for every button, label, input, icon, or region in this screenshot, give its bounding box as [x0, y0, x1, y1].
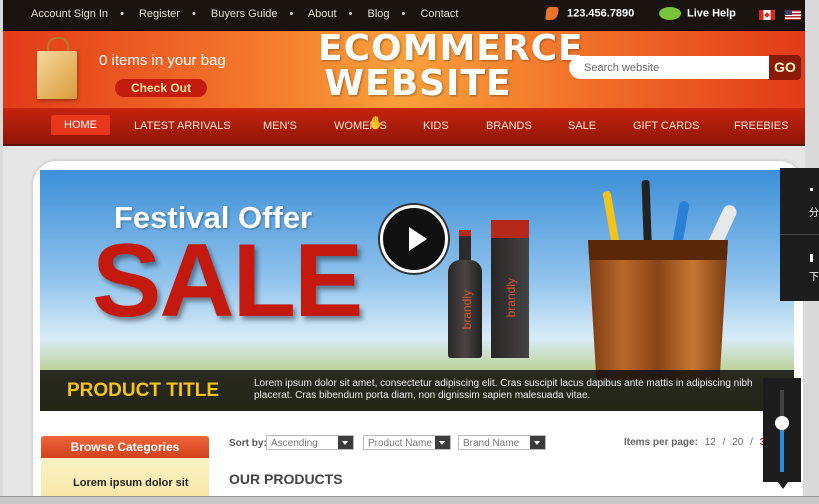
site-logo[interactable]: ECOMMERCE WEBSITE	[318, 28, 584, 104]
brand-select-value: Brand Name	[463, 438, 520, 449]
product-bottle-image: brandly	[448, 230, 482, 358]
separator-dot: •	[348, 8, 353, 20]
live-help-label: Live Help	[687, 7, 736, 20]
blog-link[interactable]: Blog	[368, 8, 390, 20]
contact-link[interactable]: Contact	[420, 8, 458, 20]
main-nav: HOME LATEST ARRIVALS MEN'S WOMEN'S KIDS …	[3, 108, 805, 146]
volume-fill	[780, 430, 784, 472]
live-help-link[interactable]: Live Help	[659, 7, 736, 20]
nav-item-brands[interactable]: BRANDS	[486, 108, 532, 144]
separator-dot: •	[401, 8, 406, 20]
separator-dot: •	[289, 8, 294, 20]
checkout-button[interactable]: Check Out	[115, 79, 207, 97]
product-description: Lorem ipsum dolor sit amet, consectetur …	[254, 378, 753, 401]
top-bar: Account Sign In • Register • Buyers Guide •…	[3, 0, 805, 31]
nav-item-sale[interactable]: SALE	[568, 108, 596, 144]
per-page-sep: /	[750, 437, 753, 448]
nav-item-home[interactable]: HOME	[51, 115, 110, 135]
product-box-image: brandly	[491, 220, 529, 358]
pen-holder-image	[588, 240, 728, 380]
search-go-button[interactable]: GO	[769, 55, 801, 80]
separator-dot: •	[191, 8, 196, 20]
search-input[interactable]	[569, 56, 769, 79]
volume-pointer	[778, 482, 788, 489]
phone-number: 123.456.7890	[545, 7, 635, 20]
flag-canada-icon[interactable]	[759, 10, 775, 20]
side-widget-bar	[810, 254, 813, 262]
chevron-down-icon	[435, 436, 450, 449]
side-widget-divider	[780, 234, 819, 235]
phone-text: 123.456.7890	[567, 7, 635, 20]
register-link[interactable]: Register	[139, 8, 180, 20]
flag-us-icon[interactable]	[785, 10, 801, 20]
banner-caption: PRODUCT TITLE Lorem ipsum dolor sit amet…	[40, 370, 794, 411]
volume-slider[interactable]	[763, 378, 801, 489]
browse-categories: Browse Categories Lorem ipsum dolor sit	[41, 436, 209, 503]
browse-categories-title: Browse Categories	[41, 436, 209, 458]
play-icon[interactable]	[380, 205, 448, 273]
about-link[interactable]: About	[308, 8, 337, 20]
sort-by-label: Sort by:	[229, 438, 267, 449]
logo-line-2: WEBSITE	[324, 63, 512, 104]
chevron-down-icon	[530, 436, 545, 449]
nav-item-gift-cards[interactable]: GIFT CARDS	[633, 108, 699, 144]
cursor-hand-icon: ✋	[368, 115, 385, 130]
our-products-heading: OUR PRODUCTS	[229, 471, 343, 487]
per-page-sep: /	[722, 437, 726, 448]
items-per-page: Items per page: 12 / 20 / 30	[624, 437, 771, 448]
chevron-down-icon	[338, 436, 353, 449]
per-page-20[interactable]: 20	[732, 437, 743, 448]
hero-banner[interactable]: Festival Offer SALE brandly brandly PROD…	[40, 170, 794, 411]
sort-order-value: Ascending	[271, 438, 318, 449]
buyers-guide-link[interactable]: Buyers Guide	[211, 8, 278, 20]
nav-item-freebies[interactable]: FREEBIES	[734, 108, 788, 144]
brand-select[interactable]: Brand Name	[458, 435, 546, 450]
account-sign-in-link[interactable]: Account Sign In	[31, 8, 108, 20]
top-links: Account Sign In • Register • Buyers Guide •…	[31, 8, 458, 20]
separator-dot: •	[120, 8, 124, 20]
chat-bubble-icon	[659, 7, 681, 20]
header: 0 items in your bag Check Out ECOMMERCE …	[3, 31, 805, 108]
bottle-label: brandly	[460, 290, 474, 330]
shopping-bag-icon[interactable]	[37, 37, 77, 99]
nav-item-kids[interactable]: KIDS	[423, 108, 449, 144]
nav-item-latest-arrivals[interactable]: LATEST ARRIVALS	[134, 108, 231, 144]
box-label: brandly	[504, 278, 518, 318]
volume-knob[interactable]	[775, 416, 789, 430]
ecommerce-page: Account Sign In • Register • Buyers Guide •…	[3, 0, 805, 503]
product-title: PRODUCT TITLE	[67, 380, 219, 401]
sort-order-select[interactable]: Ascending	[266, 435, 354, 450]
phone-icon	[545, 7, 559, 20]
category-item[interactable]: Lorem ipsum dolor sit	[73, 477, 189, 489]
logo-line-1: ECOMMERCE	[318, 28, 584, 69]
sort-field-value: Product Name	[368, 438, 432, 449]
side-widget[interactable]: 分 下	[780, 168, 819, 301]
side-widget-text-2: 下	[809, 272, 819, 283]
bag-count-text: 0 items in your bag	[99, 52, 226, 69]
sort-field-select[interactable]: Product Name	[363, 435, 451, 450]
items-per-page-label: Items per page:	[624, 437, 698, 448]
bag-body	[37, 51, 77, 99]
banner-sale-text: SALE	[92, 223, 363, 339]
per-page-12[interactable]: 12	[705, 437, 716, 448]
nav-item-mens[interactable]: MEN'S	[263, 108, 297, 144]
side-widget-dot	[810, 188, 813, 191]
side-widget-text-1: 分	[809, 208, 819, 219]
